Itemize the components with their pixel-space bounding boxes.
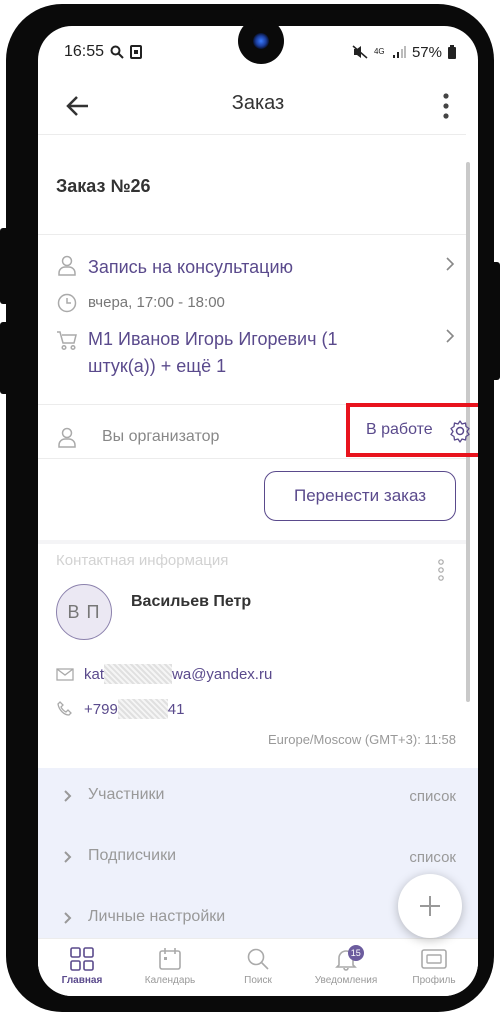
- organizer-label: Вы организатор: [102, 428, 220, 445]
- order-status[interactable]: В работе: [366, 421, 433, 439]
- front-camera: [238, 18, 284, 64]
- contact-name: Васильев Петр: [131, 593, 252, 610]
- divider: [38, 540, 466, 544]
- cart-icon: [57, 331, 77, 351]
- volume-button: [0, 322, 10, 394]
- organizer-row: Вы организатор В работе: [56, 403, 478, 460]
- mute-icon: [352, 45, 368, 59]
- battery-icon: [448, 45, 456, 59]
- chevron-right-icon: [64, 912, 72, 924]
- mail-icon: [56, 668, 74, 681]
- nav-label: Профиль: [412, 975, 456, 986]
- status-time: 16:55: [64, 43, 105, 60]
- reschedule-order-button[interactable]: Перенести заказ: [264, 471, 456, 521]
- add-button[interactable]: [398, 874, 462, 938]
- nav-notifications[interactable]: 15 Уведомления: [302, 939, 390, 996]
- phone-frame: 16:55 4G 57% Заказ Заказ №26 Запись на к…: [6, 4, 494, 1012]
- divider: [38, 134, 466, 135]
- screen: 16:55 4G 57% Заказ Заказ №26 Запись на к…: [38, 26, 478, 996]
- redacted-block: [117, 699, 168, 719]
- clock-icon: [57, 293, 77, 313]
- nav-label: Главная: [61, 975, 103, 986]
- email-start: kat: [84, 665, 105, 683]
- section-label: Участники: [88, 786, 165, 803]
- power-button: [490, 262, 500, 380]
- order-items[interactable]: М1 Иванов Игорь Игоревич (1 штук(а)) + е…: [88, 326, 388, 380]
- email-end: wa@yandex.ru: [172, 665, 273, 683]
- time-row: вчера, 17:00 - 18:00: [56, 292, 456, 314]
- volume-button: [0, 228, 10, 304]
- section-participants[interactable]: Участники список: [38, 768, 478, 828]
- chevron-right-icon[interactable]: [444, 328, 456, 344]
- signal-icon: [392, 46, 406, 58]
- contact-timezone: Europe/Moscow (GMT+3): 11:58: [268, 732, 456, 747]
- avatar: В П: [56, 584, 112, 640]
- divider: [38, 234, 466, 235]
- sections-panel: Участники список Подписчики список Личны…: [38, 768, 478, 966]
- order-content[interactable]: Заказ №26 Запись на консультацию вчера, …: [38, 134, 478, 966]
- nav-calendar[interactable]: Календарь: [126, 939, 214, 996]
- nav-search[interactable]: Поиск: [214, 939, 302, 996]
- service-name[interactable]: Запись на консультацию: [88, 254, 293, 281]
- nav-label: Календарь: [144, 975, 196, 986]
- person-icon: [58, 427, 76, 448]
- person-icon: [58, 255, 76, 276]
- notification-status-icon: [130, 45, 143, 59]
- status-right: 4G 57%: [352, 44, 456, 61]
- order-time: вчера, 17:00 - 18:00: [88, 294, 225, 311]
- chevron-right-icon: [64, 790, 72, 802]
- plus-icon: [420, 896, 440, 916]
- divider: [38, 458, 466, 459]
- phone-icon: [57, 701, 72, 716]
- order-status-highlight[interactable]: В работе: [346, 403, 478, 457]
- nav-profile[interactable]: Профиль: [390, 939, 478, 996]
- nav-label: Уведомления: [314, 975, 378, 986]
- contact-phone[interactable]: +799 41: [56, 699, 184, 719]
- section-value: список: [409, 849, 456, 866]
- redacted-block: [104, 664, 173, 684]
- search-status-icon: [110, 45, 124, 59]
- contact-more-icon[interactable]: [436, 558, 446, 582]
- grid-icon: [70, 947, 94, 971]
- nav-label: Поиск: [244, 975, 272, 986]
- chevron-right-icon[interactable]: [444, 256, 456, 272]
- page-title: Заказ: [231, 92, 285, 114]
- nav-home[interactable]: Главная: [38, 939, 126, 996]
- battery-percent: 57%: [411, 43, 442, 61]
- contact-email[interactable]: kat wa@yandex.ru: [56, 664, 272, 684]
- gear-icon[interactable]: [448, 419, 472, 443]
- phone-start: +799: [84, 700, 118, 718]
- order-title: Заказ №26: [56, 176, 151, 196]
- section-label: Подписчики: [88, 847, 177, 864]
- calendar-icon: [159, 948, 181, 970]
- phone-end: 41: [167, 700, 185, 718]
- chevron-right-icon: [64, 851, 72, 863]
- section-label: Личные настройки: [88, 908, 226, 925]
- profile-card-icon: [421, 949, 447, 969]
- bottom-nav: Главная Календарь Поиск 15 Уведомления П…: [38, 938, 478, 996]
- contact-info-header: Контактная информация: [56, 552, 229, 569]
- search-icon: [247, 948, 269, 970]
- app-bar: Заказ: [38, 78, 478, 134]
- network-type: 4G: [373, 47, 385, 56]
- notification-badge: 15: [347, 945, 364, 961]
- service-row[interactable]: Запись на консультацию: [56, 254, 456, 281]
- more-menu-icon[interactable]: [440, 92, 452, 120]
- items-row[interactable]: М1 Иванов Игорь Игоревич (1 штук(а)) + е…: [56, 326, 456, 380]
- section-value: список: [409, 788, 456, 805]
